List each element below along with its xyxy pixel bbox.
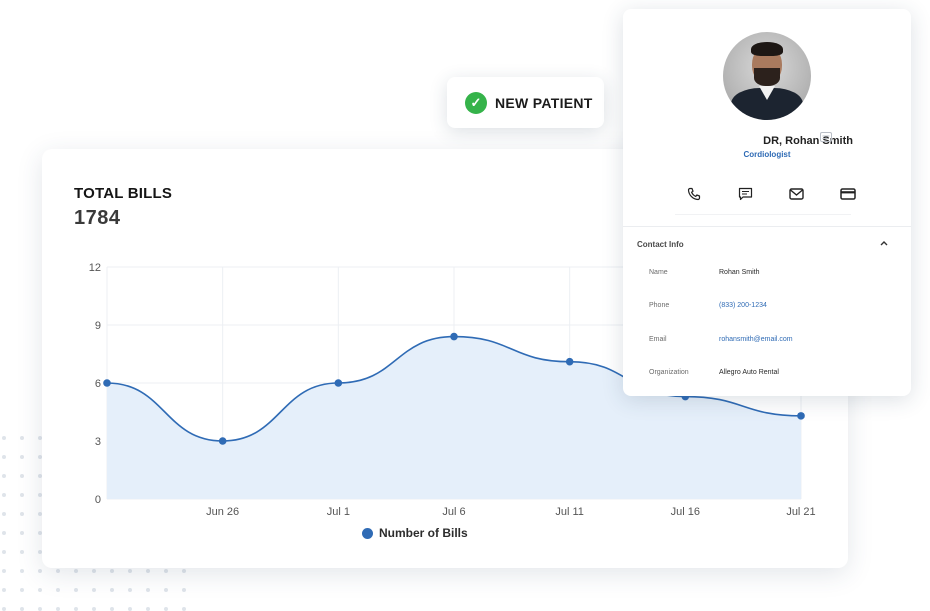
payment-button[interactable] [827, 179, 869, 209]
x-tick-label: Jul 1 [327, 506, 350, 518]
legend-label: Number of Bills [379, 526, 468, 540]
actions-divider [675, 214, 851, 215]
data-point [565, 357, 574, 366]
info-row-phone: Phone (833) 200-1234 [623, 302, 911, 314]
data-point [450, 332, 458, 341]
x-tick-label: Jun 26 [206, 506, 239, 518]
y-tick-label: 6 [95, 378, 101, 390]
x-tick-label: Jul 21 [786, 506, 815, 518]
avatar [723, 32, 811, 120]
y-tick-label: 12 [89, 262, 101, 274]
legend-marker [362, 527, 373, 539]
info-label: Email [649, 336, 667, 343]
y-tick-label: 0 [95, 494, 101, 506]
x-tick-label: Jul 11 [555, 506, 584, 518]
y-tick-label: 3 [95, 436, 101, 448]
card-icon [840, 188, 856, 200]
info-row-organization: Organization Allegro Auto Rental [623, 369, 911, 381]
info-row-name: Name Rohan Smith [623, 269, 911, 281]
email-button[interactable] [776, 179, 818, 209]
info-label: Name [649, 269, 668, 276]
x-tick-label: Jul 6 [442, 506, 465, 518]
info-value: Rohan Smith [719, 269, 760, 276]
info-value: Allegro Auto Rental [719, 369, 779, 376]
data-point [334, 379, 343, 387]
phone-link[interactable]: (833) 200-1234 [719, 302, 767, 309]
doctor-role: Cordiologist [743, 150, 791, 159]
message-icon [738, 187, 752, 201]
chevron-up-icon[interactable] [879, 239, 889, 247]
info-label: Organization [649, 369, 689, 376]
contact-actions [673, 179, 869, 209]
info-label: Phone [649, 302, 670, 309]
x-tick-label: Jul 16 [671, 506, 700, 518]
email-link[interactable]: rohansmith@email.com [719, 336, 793, 343]
contact-info-title: Contact Info [637, 240, 684, 249]
check-icon: ✓ [465, 91, 487, 114]
id-card-icon[interactable] [820, 132, 832, 142]
doctor-name: DR, Rohan Smith [763, 135, 853, 147]
badge-label: NEW PATIENT [495, 94, 593, 111]
call-button[interactable] [673, 179, 715, 209]
chart-legend[interactable]: Number of Bills [362, 526, 468, 540]
section-divider [623, 226, 911, 227]
phone-icon [687, 187, 701, 201]
mail-icon [789, 188, 804, 200]
message-button[interactable] [724, 179, 766, 209]
data-point [218, 437, 227, 445]
data-point [103, 379, 111, 387]
new-patient-badge[interactable]: ✓ NEW PATIENT [447, 77, 604, 128]
data-point [797, 412, 805, 420]
y-tick-label: 9 [95, 320, 101, 332]
doctor-contact-card: DR, Rohan Smith Cordiologist Contact Inf… [623, 9, 911, 396]
info-row-email: Email rohansmith@email.com [623, 336, 911, 348]
